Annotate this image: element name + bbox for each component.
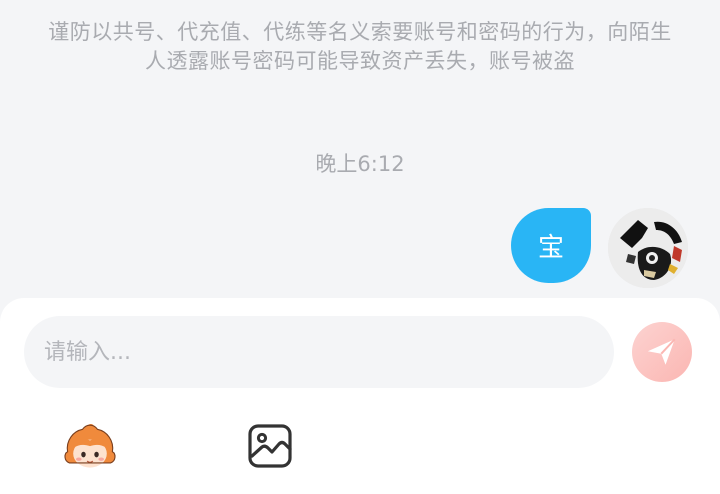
send-button[interactable] <box>632 322 692 382</box>
paper-plane-icon <box>647 338 676 365</box>
image-picker-button[interactable] <box>242 418 298 474</box>
user-avatar[interactable] <box>608 208 688 288</box>
avatar-image <box>608 208 688 288</box>
chat-area: 谨防以共号、代充值、代练等名义索要账号和密码的行为，向陌生人透露账号密码可能导致… <box>0 0 720 300</box>
sticker-button[interactable] <box>62 420 118 476</box>
message-text: 宝 <box>537 233 564 263</box>
image-icon <box>248 424 292 468</box>
sticker-character-icon <box>64 423 116 468</box>
message-timestamp: 晚上6:12 <box>315 152 405 176</box>
message-bubble[interactable]: 宝 <box>511 208 591 283</box>
message-input[interactable] <box>24 316 614 388</box>
security-notice: 谨防以共号、代充值、代练等名义索要账号和密码的行为，向陌生人透露账号密码可能导致… <box>48 20 672 73</box>
